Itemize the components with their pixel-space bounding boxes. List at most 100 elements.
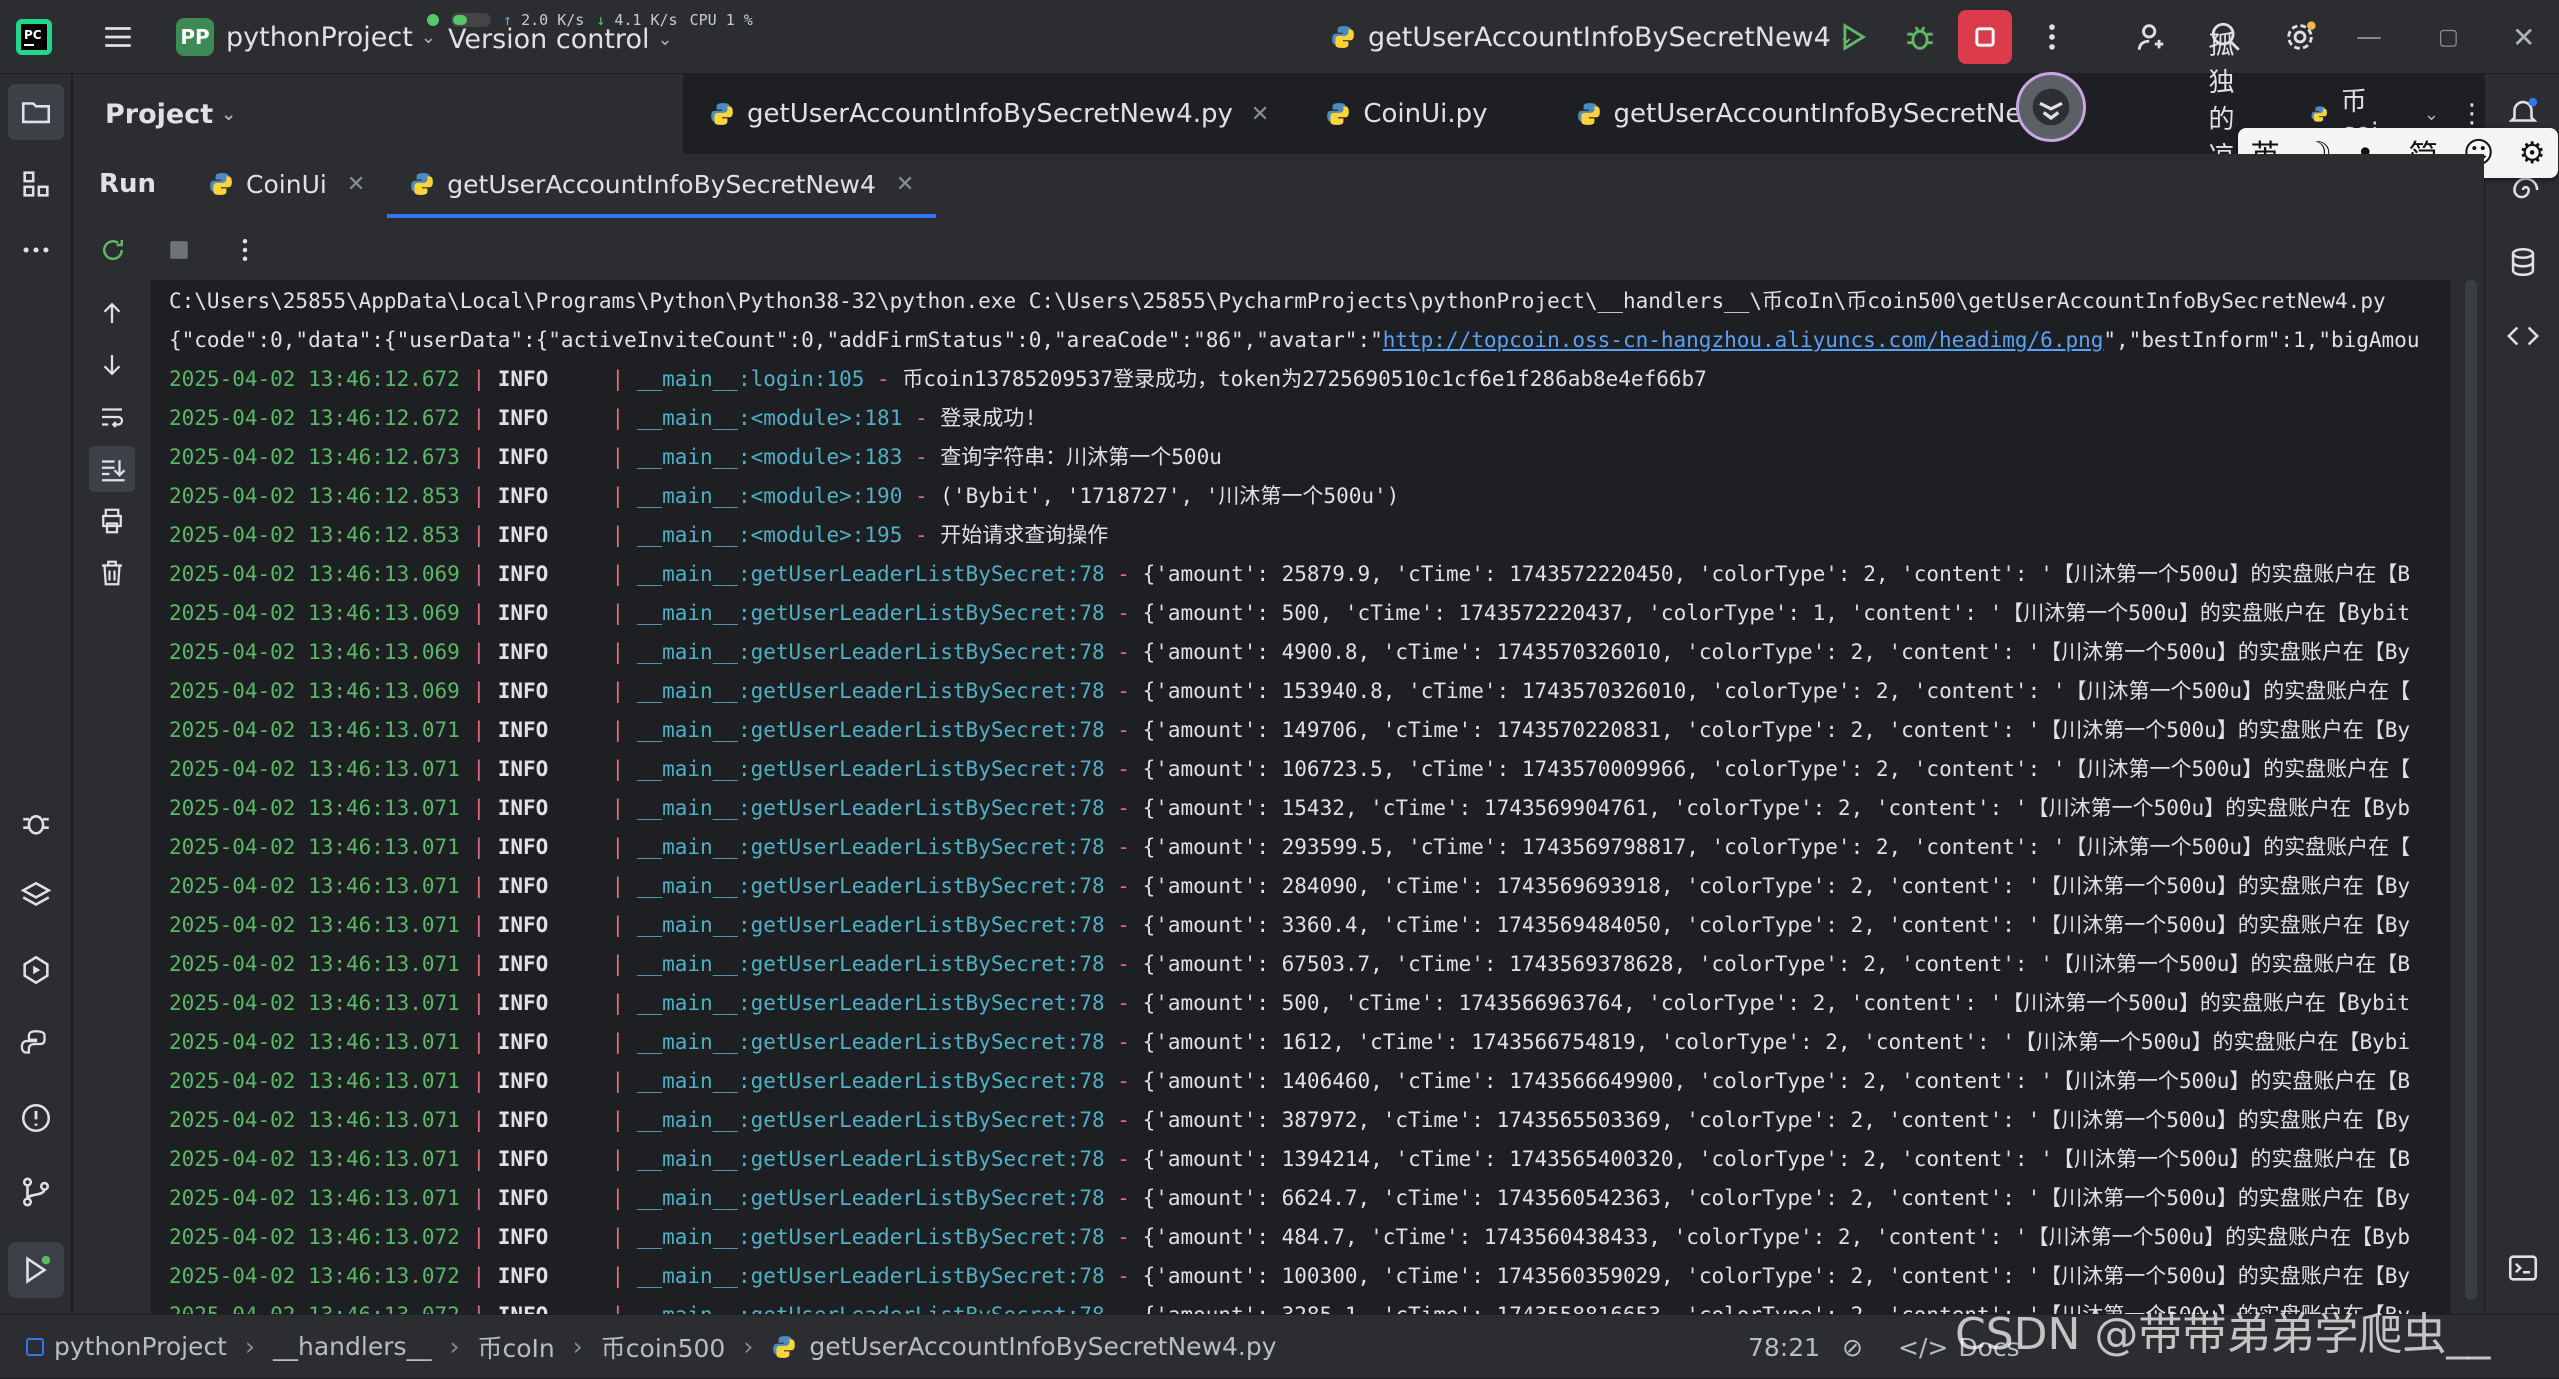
run-tool-button[interactable] (8, 1242, 64, 1298)
stop-icon (170, 241, 188, 259)
code-icon (2507, 326, 2539, 346)
run-config-selector[interactable]: getUserAccountInfoBySecretNew4 ⌄ (1330, 0, 1854, 74)
log-message: {'amount': 149706, 'cTime': 174357022083… (1142, 718, 2411, 742)
close-icon[interactable]: ✕ (347, 172, 365, 197)
more-tools-button[interactable] (8, 222, 64, 278)
log-timestamp: 2025-04-02 13:46:12.853 (169, 484, 460, 508)
python-file-icon (2312, 106, 2328, 122)
log-module: __main__:getUserLeaderListBySecret:78 (636, 874, 1105, 898)
log-pipe: | (459, 601, 498, 625)
debug-button[interactable] (1892, 0, 1948, 74)
log-line: 2025-04-02 13:46:13.071 | INFO | __main_… (169, 1140, 2410, 1179)
structure-tool-button[interactable] (8, 156, 64, 212)
console-output[interactable]: C:\Users\25855\AppData\Local\Programs\Py… (151, 280, 2451, 1314)
soft-wrap-button[interactable] (89, 394, 135, 440)
structure-icon (23, 171, 49, 197)
breadcrumb-item[interactable]: __handlers__ (273, 1332, 432, 1361)
log-module: __main__:<module>:190 (636, 484, 903, 508)
log-pipe: | (548, 1030, 637, 1054)
breadcrumb-item[interactable]: 币coin500 (601, 1329, 726, 1365)
services-tool-button[interactable] (8, 942, 64, 998)
log-level: INFO (497, 718, 549, 742)
scroll-up-button[interactable] (89, 290, 135, 336)
log-pipe: | (459, 1225, 498, 1249)
log-module: __main__:getUserLeaderListBySecret:78 (636, 835, 1105, 859)
stop-button[interactable] (1958, 0, 2012, 74)
scroll-to-end-button[interactable] (89, 446, 135, 492)
log-level: INFO (498, 1303, 549, 1314)
database-button[interactable] (2495, 234, 2551, 290)
code-icon: </> (1898, 1332, 1949, 1362)
python-packages-button[interactable] (8, 868, 64, 924)
log-line: 2025-04-02 13:46:13.071 | INFO | __main_… (169, 1023, 2410, 1062)
log-line: 2025-04-02 13:46:13.069 | INFO | __main_… (169, 555, 2410, 594)
log-level: INFO (497, 523, 549, 547)
log-module: __main__:<module>:181 (636, 406, 903, 430)
log-pipe: | (459, 484, 498, 508)
run-tab-coinui[interactable]: CoinUi ✕ (186, 154, 387, 214)
log-message: {'amount': 1394214, 'cTime': 17435654003… (1142, 1147, 2411, 1171)
rerun-button[interactable] (87, 224, 139, 276)
log-pipe: | (548, 1108, 637, 1132)
left-tool-window-bar (0, 74, 72, 1314)
gear-icon[interactable]: ⚙ (2519, 136, 2546, 171)
more-run-actions-button[interactable] (219, 224, 271, 276)
clear-console-button[interactable] (89, 550, 135, 596)
terminal-button[interactable] (2495, 1240, 2551, 1296)
log-message: 开始请求查询操作 (940, 523, 1109, 547)
chevron-down-icon: ⌄ (221, 103, 237, 125)
editor-tab-user[interactable]: 孤独的凉xi (2098, 31, 2252, 203)
more-vertical-icon (242, 239, 248, 261)
close-window-button[interactable]: ✕ (2512, 0, 2535, 74)
close-icon: ✕ (2512, 20, 2536, 54)
cursor-position[interactable]: 78:21 (1748, 1315, 1820, 1379)
log-timestamp: 2025-04-02 13:46:13.071 (169, 952, 460, 976)
maximize-button[interactable]: ▢ (2438, 0, 2459, 74)
log-level: INFO (497, 1225, 549, 1249)
breadcrumb-item[interactable]: pythonProject (54, 1332, 227, 1361)
project-panel-header[interactable]: Project ⌄ (73, 74, 683, 154)
log-line: 2025-04-02 13:46:13.071 | INFO | __main_… (169, 867, 2410, 906)
folder-icon (21, 102, 51, 124)
avatar-link[interactable]: http://topcoin.oss-cn-hangzhou.aliyuncs.… (1383, 328, 2104, 352)
stop-process-button[interactable] (153, 224, 205, 276)
log-dash: - (1104, 1147, 1143, 1171)
project-tool-button[interactable] (8, 84, 64, 140)
problems-tool-button[interactable] (8, 1090, 64, 1146)
log-dash: - (1104, 796, 1143, 820)
log-level: INFO (497, 1186, 549, 1210)
add-user-button[interactable] (2124, 0, 2180, 74)
editor-tab-coinui[interactable]: CoinUi.py (1287, 74, 1505, 154)
console-scrollbar[interactable] (2465, 280, 2477, 1300)
log-pipe: | (459, 523, 498, 547)
log-dash: - (1104, 1069, 1143, 1093)
main-menu-button[interactable] (90, 0, 146, 74)
print-button[interactable] (89, 498, 135, 544)
pycharm-logo[interactable]: PC (14, 0, 54, 74)
close-icon[interactable]: ✕ (896, 172, 914, 197)
scroll-down-button[interactable] (89, 342, 135, 388)
run-button[interactable] (1824, 0, 1880, 74)
run-tab-getuseraccountinfobysecretnew4[interactable]: getUserAccountInfoBySecretNew4 ✕ (387, 154, 937, 218)
breadcrumb-item[interactable]: getUserAccountInfoBySecretNew4.py (809, 1332, 1276, 1361)
git-tool-button[interactable] (8, 1164, 64, 1220)
add-user-icon (2124, 9, 2180, 65)
breadcrumb-item[interactable]: 币coIn (478, 1329, 555, 1365)
minimize-button[interactable]: — (2356, 0, 2382, 74)
code-with-me-button[interactable] (2495, 308, 2551, 364)
python-console-button[interactable] (8, 1016, 64, 1072)
log-level: INFO (497, 601, 549, 625)
version-control-menu[interactable]: Version control ⌄ (448, 14, 673, 64)
log-timestamp: 2025-04-02 13:46:13.072 (169, 1303, 460, 1314)
log-module: __main__:getUserLeaderListBySecret:78 (636, 718, 1105, 742)
settings-button[interactable] (2272, 0, 2328, 74)
close-icon[interactable]: ✕ (1251, 102, 1269, 127)
console-command-line: C:\Users\25855\AppData\Local\Programs\Py… (169, 289, 2386, 313)
project-selector[interactable]: PP pythonProject ⌄ (176, 0, 436, 74)
editor-tab-getuseraccountinfobysecretnew4[interactable]: getUserAccountInfoBySecretNew4.py ✕ (683, 74, 1287, 154)
inspection-widget[interactable]: ⊘ (1842, 1315, 1863, 1379)
more-actions-button[interactable] (2024, 0, 2080, 74)
arrow-down-icon (103, 355, 121, 376)
editor-tab-getuseraccountinfobysecretnew[interactable]: getUserAccountInfoBySecretNew.py (1506, 74, 2099, 154)
debug-tool-button[interactable] (8, 794, 64, 850)
